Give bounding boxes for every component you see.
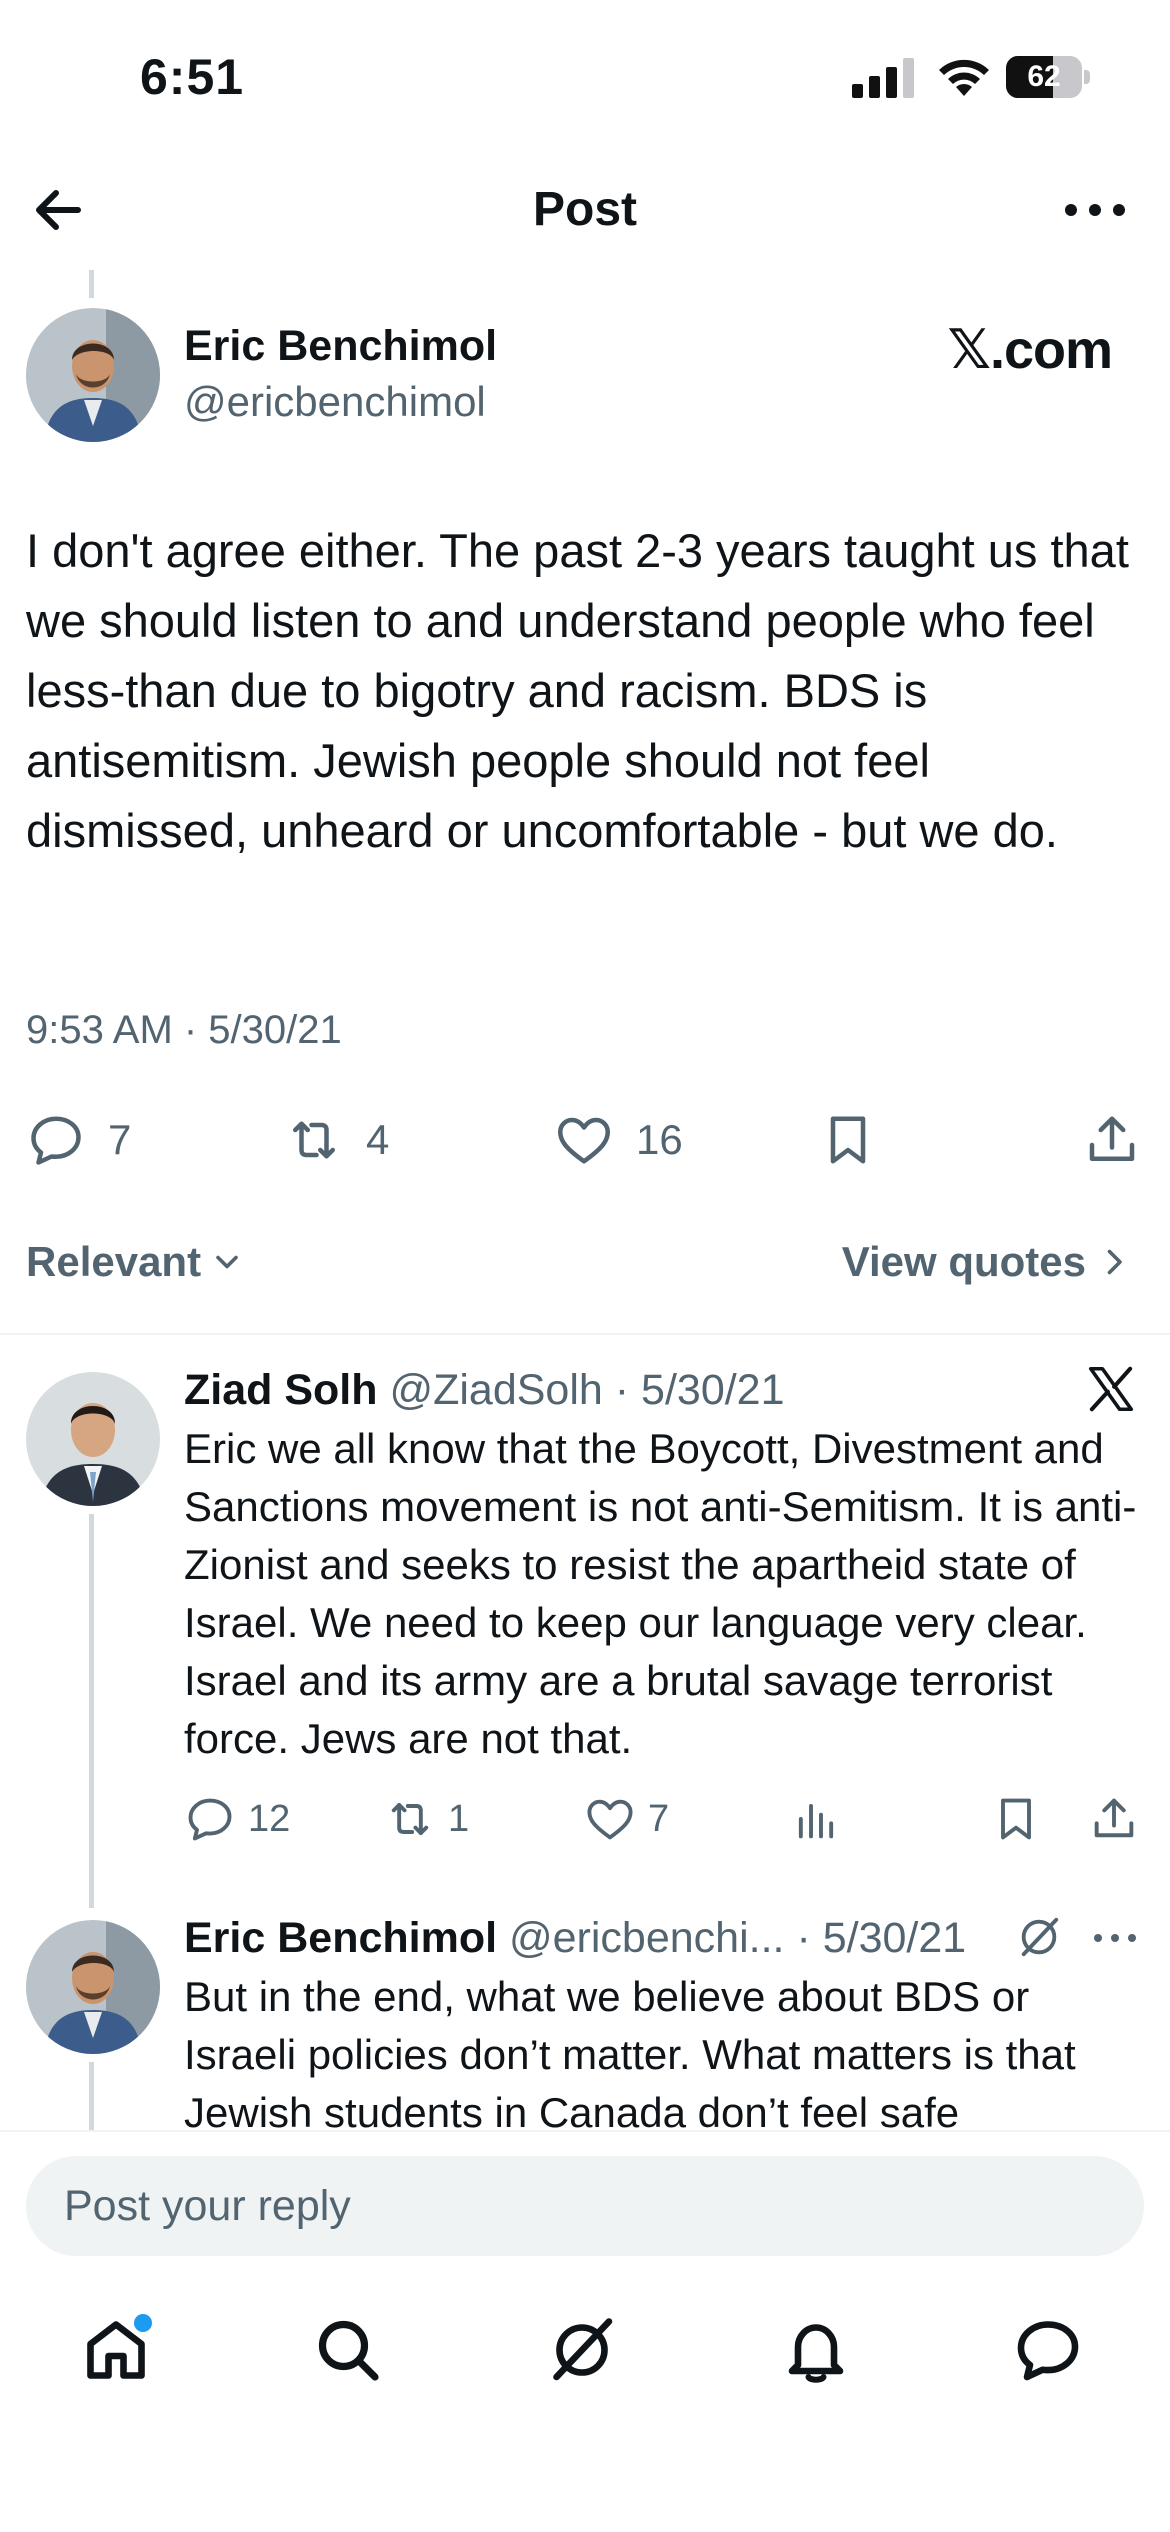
reply-author-handle[interactable]: @ericbenchi...	[509, 1914, 785, 1962]
reply-action-bar: 12 1 7	[184, 1784, 1144, 1854]
reply-button[interactable]: 12	[184, 1784, 290, 1854]
thread-line	[89, 2062, 94, 2130]
wifi-icon	[939, 59, 989, 96]
repost-icon	[293, 1121, 335, 1159]
bookmark-icon	[1001, 1798, 1031, 1840]
view-quotes-label: View quotes	[841, 1238, 1086, 1285]
more-icon[interactable]	[1090, 1918, 1140, 1958]
author-handle[interactable]: @ericbenchimol	[184, 378, 486, 426]
bookmark-button[interactable]	[818, 1100, 878, 1180]
share-button[interactable]	[1082, 1100, 1142, 1180]
like-count: 16	[636, 1116, 683, 1163]
avatar[interactable]	[26, 1920, 160, 2054]
chevron-right-icon	[1107, 1249, 1122, 1275]
like-count: 7	[648, 1797, 670, 1840]
bookmark-button[interactable]	[990, 1784, 1042, 1854]
status-time: 6:51	[140, 49, 245, 105]
battery-icon: 62	[1006, 56, 1090, 98]
tab-messages[interactable]	[1012, 2314, 1092, 2394]
share-icon	[1089, 1116, 1135, 1161]
more-icon[interactable]	[1060, 178, 1130, 242]
notifications-icon	[788, 2324, 844, 2383]
grok-icon[interactable]	[1016, 1914, 1062, 1960]
grok-icon	[553, 2318, 613, 2381]
reply-button[interactable]: 7	[26, 1100, 131, 1180]
battery-level: 62	[1027, 60, 1061, 93]
like-icon	[558, 1117, 610, 1164]
tab-notifications[interactable]	[780, 2314, 860, 2394]
avatar[interactable]	[26, 308, 160, 442]
reply-icon	[188, 1798, 232, 1841]
views-button[interactable]	[790, 1784, 842, 1854]
reply-date[interactable]: · 5/30/21	[796, 1914, 966, 1962]
view-quotes-link[interactable]: View quotes	[842, 1238, 1132, 1286]
status-bar: 6:51 62	[0, 0, 1170, 150]
reply-author-name[interactable]: Eric Benchimol	[184, 1914, 497, 1962]
tab-home[interactable]	[80, 2314, 160, 2394]
cellular-signal-icon	[852, 58, 914, 98]
post-text: I don't agree either. The past 2-3 years…	[26, 524, 1129, 857]
share-button[interactable]	[1088, 1784, 1140, 1854]
bottom-tab-bar	[0, 2278, 1170, 2532]
source-label: 𝕏.com	[947, 320, 1113, 380]
thread-line	[89, 270, 94, 298]
reply-count: 7	[108, 1116, 132, 1163]
sort-label: Relevant	[26, 1238, 202, 1285]
repost-count: 4	[366, 1116, 390, 1163]
reply-count: 12	[248, 1797, 291, 1840]
post-timestamp[interactable]: 9:53 AM · 5/30/21	[26, 1008, 342, 1053]
notification-dot	[134, 2314, 152, 2332]
bookmark-icon	[830, 1116, 866, 1164]
author-name[interactable]: Eric Benchimol	[184, 322, 497, 371]
reply-header: Eric Benchimol @ericbenchi... · 5/30/21	[184, 1914, 966, 1963]
reply-author-handle[interactable]: @ZiadSolh	[389, 1366, 602, 1414]
reply-author-name[interactable]: Ziad Solh	[184, 1366, 378, 1414]
reply-sort-row: Relevant View quotes	[0, 1230, 1170, 1300]
thread-line	[89, 1514, 94, 1908]
reply-header: Ziad Solh @ZiadSolh · 5/30/21	[184, 1366, 785, 1415]
post-action-bar: 7 4 16	[0, 1100, 1170, 1180]
tab-grok[interactable]	[546, 2314, 626, 2394]
reply-text: But in the end, what we believe about BD…	[184, 1973, 1076, 2130]
x-logo-icon	[1088, 1366, 1134, 1412]
reply-text: Eric we all know that the Boycott, Dives…	[184, 1425, 1137, 1762]
post-header: Post	[0, 150, 1170, 265]
search-icon	[318, 2320, 379, 2381]
views-icon	[798, 1804, 834, 1839]
like-icon	[587, 1799, 633, 1840]
share-icon	[1094, 1798, 1134, 1838]
repost-icon	[391, 1802, 429, 1836]
reply-input[interactable]	[26, 2156, 1144, 2256]
messages-icon	[1017, 2321, 1079, 2381]
page-title: Post	[532, 183, 637, 236]
repost-button[interactable]: 4	[284, 1100, 389, 1180]
repost-button[interactable]: 1	[384, 1784, 469, 1854]
reply-composer	[0, 2130, 1170, 2278]
reply-icon	[31, 1116, 81, 1165]
tab-search[interactable]	[312, 2314, 392, 2394]
avatar[interactable]	[26, 1372, 160, 1506]
repost-count: 1	[448, 1797, 470, 1840]
like-button[interactable]: 7	[584, 1784, 669, 1854]
chevron-down-icon	[216, 1255, 238, 1269]
like-button[interactable]: 16	[554, 1100, 683, 1180]
sort-dropdown[interactable]: Relevant	[26, 1238, 245, 1286]
divider	[0, 1333, 1170, 1335]
reply-date[interactable]: · 5/30/21	[615, 1366, 785, 1414]
